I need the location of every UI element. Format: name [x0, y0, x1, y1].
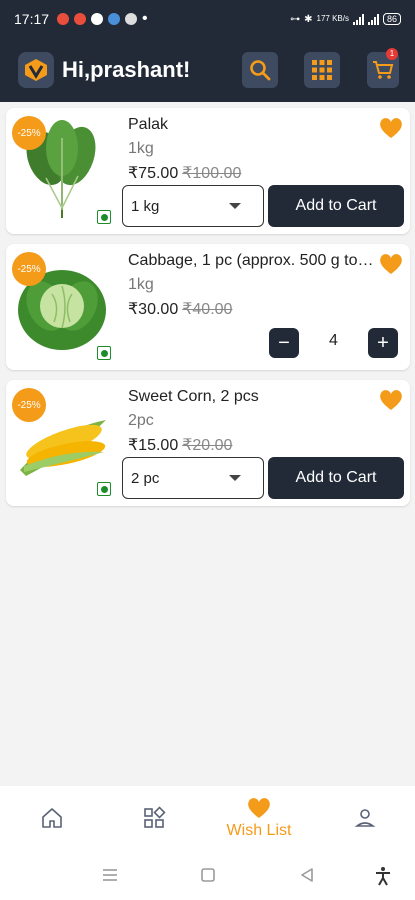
size-select-value: 2 pc: [131, 469, 160, 487]
more-dot-icon: •: [142, 10, 148, 27]
discount-badge: -25%: [12, 116, 46, 150]
veg-mark-icon: [97, 210, 111, 224]
product-price: ₹15.00 ₹20.00: [128, 435, 232, 455]
notification-icon: [57, 13, 70, 25]
status-time: 17:17: [14, 11, 50, 27]
product-name: Sweet Corn, 2 pcs: [128, 388, 259, 405]
sale-price: ₹15.00: [128, 437, 179, 454]
signal-icon: [367, 13, 379, 25]
nav-categories[interactable]: [138, 786, 170, 850]
cart-button[interactable]: 1: [367, 48, 399, 88]
menu-icon[interactable]: [101, 866, 119, 884]
product-card-palak[interactable]: -25% Palak 1kg ₹75.00 ₹100.00 1 kg Add to…: [6, 108, 410, 234]
nav-wish-list-label: Wish List: [226, 822, 292, 839]
mrp-price: ₹40.00: [182, 301, 233, 318]
network-speed: 177 KB/s: [316, 14, 349, 23]
size-select[interactable]: 2 pc: [122, 457, 264, 499]
notification-icon: [125, 13, 138, 25]
home-square-icon[interactable]: [199, 866, 217, 884]
product-price: ₹75.00 ₹100.00: [128, 163, 241, 183]
greeting-text: Hi,prashant!: [62, 57, 191, 82]
back-icon[interactable]: [298, 866, 316, 884]
product-size: 1kg: [128, 276, 154, 293]
heart-icon[interactable]: [378, 252, 404, 276]
notification-icon: [91, 13, 104, 25]
key-icon: ⊶: [290, 13, 301, 25]
categories-grid-button[interactable]: [304, 52, 340, 88]
product-card-cabbage[interactable]: -25% Cabbage, 1 pc (approx. 500 g to 800…: [6, 244, 410, 370]
sale-price: ₹30.00: [128, 301, 179, 318]
bluetooth-icon: ✱: [304, 13, 313, 25]
search-icon: [250, 60, 271, 81]
nav-wish-list[interactable]: Wish List: [214, 786, 304, 850]
system-nav-bar: [0, 850, 415, 900]
heart-icon: [248, 798, 270, 818]
add-to-cart-button[interactable]: Add to Cart: [268, 457, 404, 499]
nav-profile[interactable]: [350, 786, 380, 850]
chevron-down-icon: [229, 203, 241, 209]
app-logo: [18, 52, 54, 88]
product-price: ₹30.00 ₹40.00: [128, 299, 232, 319]
decrease-quantity-button[interactable]: −: [269, 328, 299, 358]
sale-price: ₹75.00: [128, 165, 179, 182]
grid-icon: [312, 60, 332, 80]
increase-quantity-button[interactable]: +: [368, 328, 398, 358]
mrp-price: ₹100.00: [182, 165, 242, 182]
notification-icon: [74, 13, 87, 25]
status-right: ⊶ ✱ 177 KB/s 86: [290, 13, 401, 25]
veg-mark-icon: [97, 346, 111, 360]
quantity-value: 4: [329, 332, 338, 349]
product-card-sweet-corn[interactable]: -25% Sweet Corn, 2 pcs 2pc ₹15.00 ₹20.00 …: [6, 380, 410, 506]
cart-count-badge: 1: [386, 48, 398, 60]
discount-badge: -25%: [12, 388, 46, 422]
status-bar: 17:17 • ⊶ ✱ 177 KB/s 86: [0, 0, 415, 38]
signal-icon: [352, 13, 364, 25]
search-button[interactable]: [242, 52, 278, 88]
user-icon: [354, 809, 376, 827]
battery-icon: 86: [382, 13, 401, 25]
veg-mark-icon: [97, 482, 111, 496]
product-name: Palak: [128, 116, 169, 133]
add-to-cart-button[interactable]: Add to Cart: [268, 185, 404, 227]
heart-icon[interactable]: [378, 116, 404, 140]
bottom-nav: Wish List: [0, 786, 415, 850]
size-select[interactable]: 1 kg: [122, 185, 264, 227]
home-icon: [42, 808, 62, 828]
app-header: Hi,prashant! 1: [0, 38, 415, 102]
categories-icon: [144, 806, 166, 828]
product-size: 1kg: [128, 140, 154, 157]
discount-badge: -25%: [12, 252, 46, 286]
accessibility-icon[interactable]: [374, 866, 392, 886]
size-select-value: 1 kg: [131, 197, 160, 215]
cart-icon: [373, 61, 394, 79]
heart-icon[interactable]: [378, 388, 404, 412]
chevron-down-icon: [229, 475, 241, 481]
notification-icon: [108, 13, 121, 25]
product-name: Cabbage, 1 pc (approx. 500 g to 800 g): [128, 252, 376, 269]
mrp-price: ₹20.00: [182, 437, 233, 454]
product-size: 2pc: [128, 412, 154, 429]
nav-home[interactable]: [36, 786, 68, 850]
